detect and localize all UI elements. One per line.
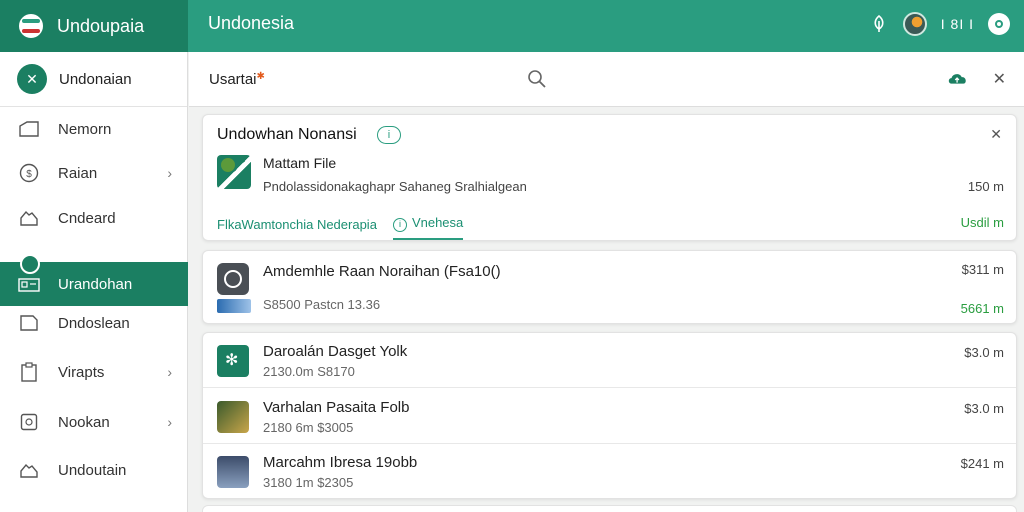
list-item[interactable]: Varhalan Pasaita Folb 2180 6m $3005 $3.0… xyxy=(203,389,1016,444)
tab-nederapia[interactable]: FlkaWamtonchia Nederapia xyxy=(217,217,377,238)
sidebar-item-urandohan[interactable]: Urandohan xyxy=(0,254,188,306)
close-icon[interactable]: ✕ xyxy=(990,126,1002,143)
chevron-right-icon: › xyxy=(167,364,172,380)
sidebar-header-icon: ✕ xyxy=(17,64,47,94)
tab-label: Vnehesa xyxy=(411,215,464,230)
file-size: 150 m xyxy=(967,179,1004,194)
sidebar-item-label: Urandohan xyxy=(58,275,133,293)
clock-icon: $ xyxy=(18,162,40,184)
top-bar: Undoupaia Undonesia I 8I I xyxy=(0,0,1024,52)
square-icon xyxy=(18,312,40,334)
app-logo xyxy=(17,12,45,40)
item-thumbnail xyxy=(217,456,249,488)
item-sub: 3180 1m $2305 xyxy=(263,475,354,490)
sidebar-item-virapts[interactable]: Virapts › xyxy=(0,350,188,394)
cloud-icon xyxy=(18,459,40,481)
list-item[interactable]: Daroalán Dasget Yolk 2130.0m S8170 $3.0 … xyxy=(203,333,1016,388)
sidebar-item-dndoslean[interactable]: Dndoslean xyxy=(0,301,188,345)
card-title: Undowhan Nonansi xyxy=(217,126,357,143)
chevron-right-icon: › xyxy=(167,165,172,181)
item-list: Daroalán Dasget Yolk 2130.0m S8170 $3.0 … xyxy=(202,332,1017,499)
sidebar-item-nookan[interactable]: Nookan › xyxy=(0,400,188,444)
sidebar-item-cndeard[interactable]: Cndeard xyxy=(0,196,188,240)
sidebar-item-label: Nookan xyxy=(58,413,110,431)
item-title: Marcahm Ibresa 19obb xyxy=(263,454,418,471)
folder-icon xyxy=(18,118,40,140)
sidebar-item-label: Raian xyxy=(58,164,98,182)
transaction-title: Amdemhle Raan Noraihan (Fsa10() xyxy=(263,263,501,280)
tab-vnehesa[interactable]: i Vnehesa xyxy=(392,215,464,240)
card-thumbnail-strip xyxy=(217,299,251,313)
leaf-icon[interactable] xyxy=(869,14,889,34)
chevron-right-icon: › xyxy=(167,414,172,430)
item-sub: 2130.0m S8170 xyxy=(263,364,355,379)
spark-icon: ✱ xyxy=(256,71,265,82)
item-thumbnail xyxy=(217,401,249,433)
close-icon[interactable]: ✕ xyxy=(993,69,1006,89)
sidebar: ✕ Undonaian Nemorn $ Raian › Cndeard Ura… xyxy=(0,52,188,512)
brand[interactable]: Undoupaia xyxy=(0,0,188,52)
sidebar-item-label: Nemorn xyxy=(58,120,112,138)
file-name: Mattam File xyxy=(263,155,337,171)
item-sub: 2180 6m $3005 xyxy=(263,420,354,435)
item-title: Varhalan Pasaita Folb xyxy=(263,399,410,416)
card-tabs: FlkaWamtonchia Nederapia i Vnehesa xyxy=(217,215,464,240)
sidebar-item-label: Undoutain xyxy=(58,461,127,479)
sidebar-item-label: Cndeard xyxy=(58,209,116,227)
search-label-text: Usartai xyxy=(209,71,257,88)
search-input[interactable]: Usartai✱ xyxy=(209,71,265,88)
sidebar-header-label: Undonaian xyxy=(59,70,132,88)
settings-icon[interactable] xyxy=(988,13,1010,35)
next-card-peek xyxy=(202,505,1017,512)
page-title: Undonesia xyxy=(208,13,295,33)
sidebar-item-raian[interactable]: $ Raian › xyxy=(0,151,188,195)
file-thumbnail xyxy=(217,155,251,189)
file-description: Pndolassidonakaghapr Sahaneg Sralhialgea… xyxy=(263,179,527,194)
search-actions: ✕ xyxy=(947,68,1006,90)
svg-text:$: $ xyxy=(26,169,32,180)
item-amount: $3.0 m xyxy=(964,401,1004,416)
brand-name: Undoupaia xyxy=(57,15,145,36)
sidebar-item-label: Dndoslean xyxy=(58,314,130,332)
info-circle-icon: i xyxy=(392,218,407,232)
clipboard-icon xyxy=(18,361,40,383)
sidebar-header[interactable]: ✕ Undonaian xyxy=(0,52,187,107)
avatar[interactable] xyxy=(902,12,927,36)
sidebar-item-undoutain[interactable]: Undoutain xyxy=(0,448,188,492)
cloud-icon xyxy=(18,207,40,229)
transaction-sub: S8500 Pastcn 13.36 xyxy=(263,297,381,312)
sidebar-item-nemorn[interactable]: Nemorn xyxy=(0,107,188,151)
sidebar-item-label: Virapts xyxy=(58,363,105,381)
item-title: Daroalán Dasget Yolk xyxy=(263,343,408,360)
item-amount: $3.0 m xyxy=(964,345,1004,360)
gear-icon xyxy=(217,263,249,295)
file-card: Undowhan Nonansi i ✕ Mattam File Pndolas… xyxy=(202,114,1017,241)
top-actions: I 8I I xyxy=(869,12,1010,36)
transaction-amount: $311 m xyxy=(961,262,1004,277)
active-indicator xyxy=(20,254,40,274)
card-meta: Usdil m xyxy=(960,215,1004,230)
info-icon[interactable]: i xyxy=(377,126,401,144)
box-icon xyxy=(18,411,40,433)
search-bar: Usartai✱ ✕ xyxy=(189,52,1024,107)
status-text: I 8I I xyxy=(940,16,974,32)
transaction-amount-secondary: 5661 m xyxy=(960,301,1004,316)
search-icon[interactable] xyxy=(527,69,547,94)
cloud-upload-icon[interactable] xyxy=(947,68,969,90)
grid-icon xyxy=(18,273,40,295)
list-item[interactable]: Marcahm Ibresa 19obb 3180 1m $2305 $241 … xyxy=(203,444,1016,499)
item-amount: $241 m xyxy=(960,456,1004,471)
transaction-card[interactable]: Amdemhle Raan Noraihan (Fsa10() S8500 Pa… xyxy=(202,250,1017,324)
item-thumbnail xyxy=(217,345,249,377)
